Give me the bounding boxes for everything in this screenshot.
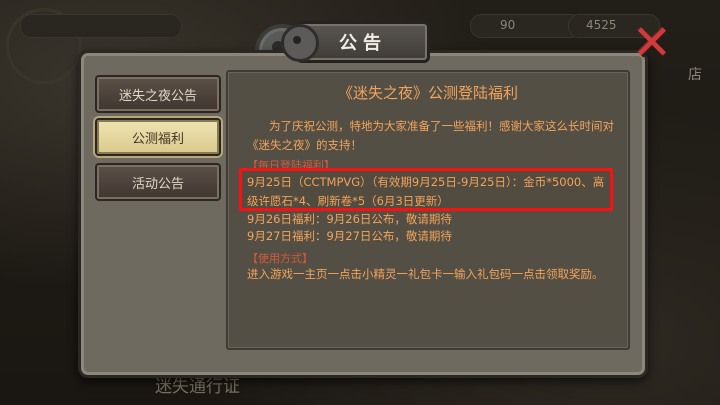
tab-lost-night-notice[interactable]: 迷失之夜公告: [95, 75, 221, 113]
close-x-icon: ✕: [631, 15, 673, 71]
tab-event-notice[interactable]: 活动公告: [95, 163, 221, 201]
close-button[interactable]: ✕: [626, 18, 678, 68]
benefit-item-0925: 9月25日（CCTMPVG）（有效期9月25日-9月25日）：金币*5000、高…: [247, 175, 605, 208]
section-usage-head: 【使用方式】: [247, 252, 313, 265]
benefit-item-0927: 9月27日福利：9月27日公布，敬请期待: [247, 229, 452, 243]
content-intro: 为了庆祝公测，特地为大家准备了一些福利！感谢大家这么长时间对《迷失之夜》的支持！: [247, 119, 614, 152]
background-count: 90: [500, 18, 516, 32]
background-bar: [20, 14, 182, 38]
background-value: 4525: [586, 18, 617, 32]
background-shop-text: 店: [688, 67, 702, 83]
gear-icon: [281, 24, 319, 62]
tab-public-test-benefits[interactable]: 公测福利: [95, 118, 221, 156]
usage-instructions: 进入游戏一主页一点击小精灵一礼包卡一输入礼包码一点击领取奖励。: [247, 267, 604, 281]
background-currency-bar: [470, 14, 582, 38]
content-title: 《迷失之夜》公测登陆福利: [337, 84, 518, 102]
